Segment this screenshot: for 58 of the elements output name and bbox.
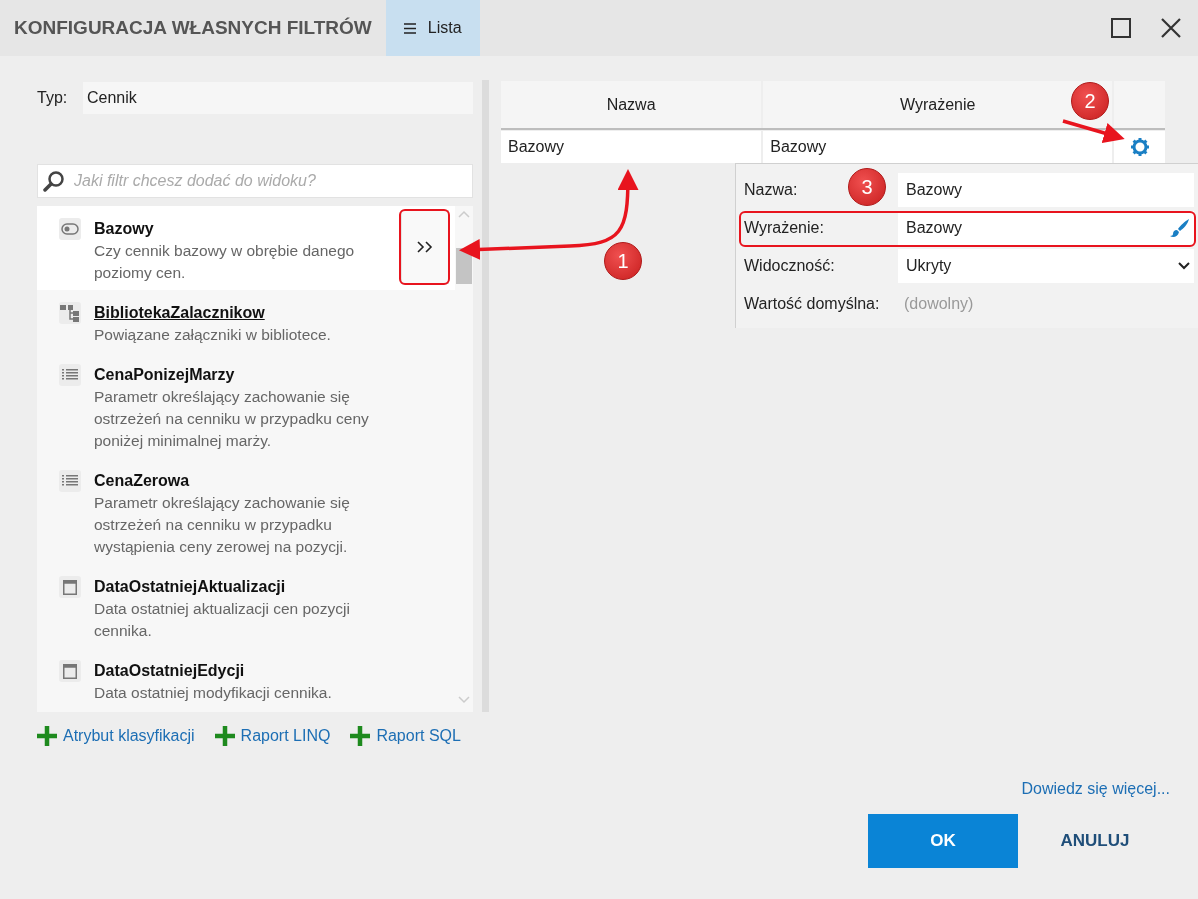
filter-item[interactable]: DataOstatniejAktualizacji Data ostatniej aktualizacji cen pozycji cennika. — [37, 564, 455, 648]
filter-description: Parametr określający zachowanie się ostrzeżeń na cenniku w przypadku ceny poniżej minimalnej marży. — [94, 387, 370, 451]
cancel-button[interactable]: ANULUJ — [1040, 814, 1150, 868]
double-chevron-icon — [417, 241, 433, 253]
search-icon — [43, 170, 65, 192]
settings-button[interactable] — [1114, 131, 1165, 163]
filter-item[interactable]: Bazowy Czy cennik bazowy w obrębie danego poziomy cen. — [37, 206, 455, 290]
property-label: Wartość domyślna: — [744, 295, 880, 313]
filter-description: Data ostatniej aktualizacji cen pozycji cennika. — [94, 599, 351, 641]
ok-button[interactable]: OK — [868, 814, 1018, 868]
calendar-icon — [63, 663, 77, 679]
add-link[interactable]: Raport SQL — [350, 726, 461, 746]
filter-name: CenaZerowa — [94, 471, 191, 491]
type-label: Typ: — [37, 89, 69, 107]
add-link[interactable]: Atrybut klasyfikacji — [37, 726, 195, 746]
property-label: Nazwa: — [744, 181, 798, 199]
annotation-arrow — [1062, 119, 1125, 144]
name-field[interactable]: Bazowy — [898, 173, 1194, 207]
window-title: KONFIGURACJA WŁASNYCH FILTRÓW — [14, 17, 372, 39]
view-button[interactable]: Lista — [385, 0, 480, 56]
filter-item[interactable]: BibliotekaZalacznikow Powiązane załączniki w bibliotece. — [37, 290, 455, 352]
plus-icon — [37, 726, 57, 746]
filter-name: DataOstatniejAktualizacji — [94, 577, 287, 597]
add-link[interactable]: Raport LINQ — [214, 726, 331, 746]
filter-description: Data ostatniej modyfikacji cennika. — [94, 683, 333, 703]
property-label: Widoczność: — [744, 257, 835, 275]
hierarchy-icon — [60, 304, 80, 322]
search-field[interactable]: Jaki filtr chcesz dodać do widoku? — [37, 164, 473, 198]
type-field[interactable]: Cennik — [83, 82, 473, 114]
filter-name: BibliotekaZalacznikow — [94, 303, 266, 323]
property-label: Wyrażenie: — [744, 219, 824, 237]
filter-description: Parametr określający zachowanie się ostrzeżeń na cenniku w przypadku wystąpienia ceny zerowej na pozycji. — [94, 493, 351, 557]
filter-item[interactable]: CenaPonizejMarzy Parametr określający zachowanie się ostrzeżeń na cenniku w przypadku ceny poniżej minimalnej marży. — [37, 352, 455, 458]
visibility-select[interactable]: Ukryty — [898, 249, 1194, 283]
filter-item[interactable]: DataOstatniejEdycji Data ostatniej modyfikacji cennika. — [37, 648, 455, 710]
filter-name: Bazowy — [94, 219, 155, 239]
column-header[interactable]: Nazwa — [501, 81, 762, 128]
filter-description: Powiązane załączniki w bibliotece. — [94, 325, 332, 345]
list-icon — [62, 475, 78, 487]
close-icon — [1161, 18, 1181, 38]
chevron-down-icon — [1178, 262, 1190, 270]
annotation-badge: 1 — [604, 242, 642, 280]
menu-icon — [403, 22, 416, 34]
plus-icon — [350, 726, 371, 746]
filter-description: Czy cennik bazowy w obrębie danego poziomy cen. — [94, 241, 356, 283]
expression-field[interactable]: Bazowy — [898, 211, 1194, 245]
table-cell: Bazowy — [501, 131, 762, 163]
brush-icon[interactable] — [1170, 218, 1190, 238]
list-icon — [62, 369, 78, 381]
toggle-icon — [61, 223, 79, 235]
calendar-icon — [63, 579, 77, 595]
table-cell: Bazowy — [763, 131, 1113, 163]
plus-icon — [214, 726, 235, 746]
learn-more-link[interactable]: Dowiedz się więcej... — [1021, 780, 1170, 798]
filter-item[interactable]: CenaZerowa Parametr określający zachowanie się ostrzeżeń na cenniku w przypadku wystąpienia ceny zerowej na pozycji. — [37, 458, 455, 564]
filter-name: DataOstatniejEdycji — [94, 661, 246, 681]
maximize-icon — [1111, 18, 1131, 38]
filter-name: CenaPonizejMarzy — [94, 365, 236, 385]
